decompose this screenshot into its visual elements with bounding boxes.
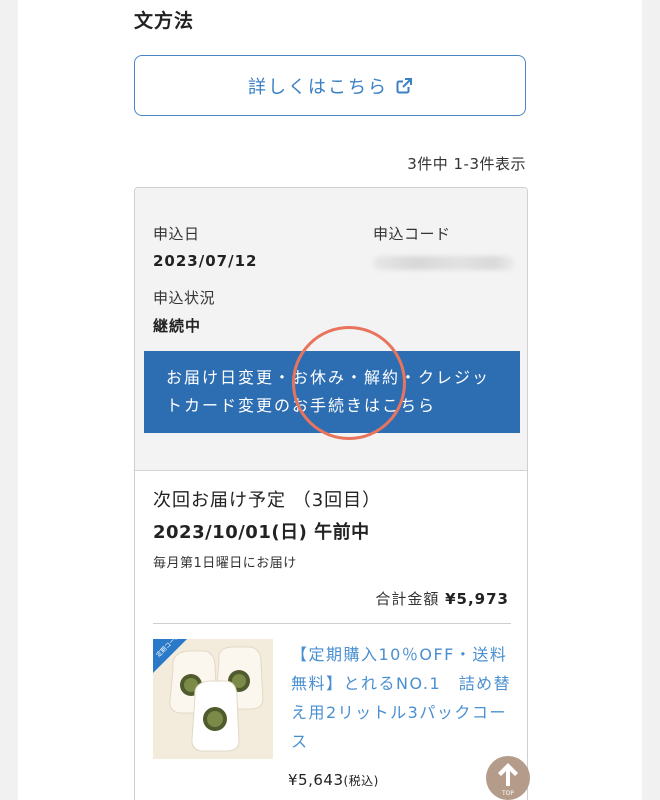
details-button[interactable]: 詳しくはこちら bbox=[134, 55, 526, 116]
product-price-value: ¥5,643 bbox=[288, 771, 344, 789]
delivery-schedule: 毎月第1日曜日にお届け bbox=[153, 556, 297, 571]
product-name-link[interactable]: 【定期購入10％OFF・送料無料】とれるNO.1 詰め替え用2リットル3パックコ… bbox=[291, 640, 513, 756]
procedure-button[interactable]: お届け日変更・お休み・解約・クレジットカード変更のお手続きはこちら bbox=[144, 351, 520, 433]
external-link-icon bbox=[396, 77, 412, 94]
next-delivery-title: 次回お届け予定 （3回目） bbox=[153, 490, 382, 511]
details-button-label: 詳しくはこちら bbox=[248, 76, 388, 98]
application-date-label: 申込日 bbox=[153, 225, 200, 243]
order-history-screen: 文方法 詳しくはこちら 3件中 1-3件表示 申込日 2023/07/12 申込… bbox=[18, 0, 642, 800]
total-label: 合計金額 bbox=[375, 590, 440, 608]
total-amount: 合計金額 ¥5,973 bbox=[375, 588, 509, 609]
top-button-label: TOP bbox=[501, 790, 514, 797]
application-code-value-blurred bbox=[373, 256, 515, 270]
arrow-up-icon: TOP bbox=[498, 763, 518, 797]
total-value: ¥5,973 bbox=[445, 590, 509, 608]
result-count: 3件中 1-3件表示 bbox=[407, 155, 526, 173]
product-image[interactable]: 定期コース bbox=[153, 639, 273, 759]
subscription-card: 申込日 2023/07/12 申込コード 申込状況 継続中 お届け日変更・お休み… bbox=[134, 187, 528, 800]
application-code-label: 申込コード bbox=[373, 225, 451, 243]
application-status-value: 継続中 bbox=[153, 317, 202, 335]
application-summary: 申込日 2023/07/12 申込コード 申込状況 継続中 お届け日変更・お休み… bbox=[135, 188, 527, 471]
product-price: ¥5,643(税込) bbox=[288, 771, 379, 789]
application-status-label: 申込状況 bbox=[153, 289, 216, 307]
next-delivery-date: 2023/10/01(日) 午前中 bbox=[153, 522, 370, 543]
divider bbox=[153, 623, 511, 624]
application-date-value: 2023/07/12 bbox=[153, 252, 258, 270]
product-price-tax: (税込) bbox=[343, 774, 379, 788]
back-to-top-button[interactable]: TOP bbox=[486, 756, 530, 800]
section-title: 文方法 bbox=[134, 10, 195, 32]
